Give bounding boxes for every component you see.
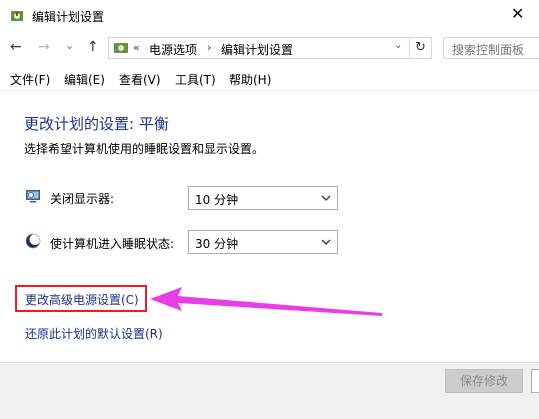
chevron-down-icon xyxy=(321,239,331,245)
address-overflow-chevron[interactable]: « xyxy=(133,41,140,54)
address-bar[interactable]: « 电源选项 › 编辑计划设置 ⌄ xyxy=(108,37,410,59)
sleep-label: 使计算机进入睡眠状态: xyxy=(50,237,175,251)
sleep-moon-icon xyxy=(25,233,41,249)
breadcrumb-power-options[interactable]: 电源选项 xyxy=(149,41,197,58)
save-changes-button[interactable]: 保存修改 xyxy=(445,369,523,393)
address-dropdown-icon[interactable]: ⌄ xyxy=(394,40,402,51)
refresh-button[interactable]: ↻ xyxy=(410,37,432,59)
menu-divider xyxy=(0,90,539,91)
turn-off-display-select[interactable]: 10 分钟 xyxy=(188,186,338,210)
breadcrumb-separator: › xyxy=(207,41,212,54)
up-button[interactable]: ↑ xyxy=(87,39,99,55)
monitor-icon xyxy=(26,190,40,203)
breadcrumb-edit-plan-settings[interactable]: 编辑计划设置 xyxy=(221,41,293,58)
recent-locations-button[interactable]: ⌄ xyxy=(65,39,74,52)
restore-defaults-link[interactable]: 还原此计划的默认设置(R) xyxy=(25,325,163,342)
window-title: 编辑计划设置 xyxy=(32,10,105,24)
menu-tools[interactable]: 工具(T) xyxy=(175,71,216,88)
search-input[interactable]: 搜索控制面板 xyxy=(443,37,539,59)
annotation-highlight-box xyxy=(15,285,147,312)
sleep-select[interactable]: 30 分钟 xyxy=(188,230,338,254)
close-icon: ✕ xyxy=(511,4,525,23)
back-button[interactable]: ← xyxy=(10,39,22,55)
control-panel-icon xyxy=(114,43,128,53)
forward-button[interactable]: → xyxy=(38,39,50,55)
close-window-button[interactable]: ✕ xyxy=(499,0,539,32)
menu-edit[interactable]: 编辑(E) xyxy=(64,71,105,88)
turn-off-display-value: 10 分钟 xyxy=(195,193,239,207)
menu-help[interactable]: 帮助(H) xyxy=(229,71,271,88)
refresh-icon: ↻ xyxy=(415,40,426,55)
turn-off-display-label: 关闭显示器: xyxy=(50,192,115,206)
title-bar: 编辑计划设置 ✕ xyxy=(0,0,539,32)
annotation-arrow xyxy=(150,287,382,316)
chevron-down-icon xyxy=(321,195,331,201)
menu-view[interactable]: 查看(V) xyxy=(119,71,161,88)
footer-bar: 保存修改 xyxy=(0,362,539,419)
sleep-value: 30 分钟 xyxy=(195,237,239,251)
page-description: 选择希望计算机使用的睡眠设置和显示设置。 xyxy=(24,142,265,156)
cancel-button[interactable] xyxy=(531,369,539,393)
menu-file[interactable]: 文件(F) xyxy=(10,71,50,88)
menu-bar: 文件(F) 编辑(E) 查看(V) 工具(T) 帮助(H) xyxy=(0,69,539,89)
power-options-icon xyxy=(11,11,23,21)
page-title: 更改计划的设置: 平衡 xyxy=(24,115,169,133)
